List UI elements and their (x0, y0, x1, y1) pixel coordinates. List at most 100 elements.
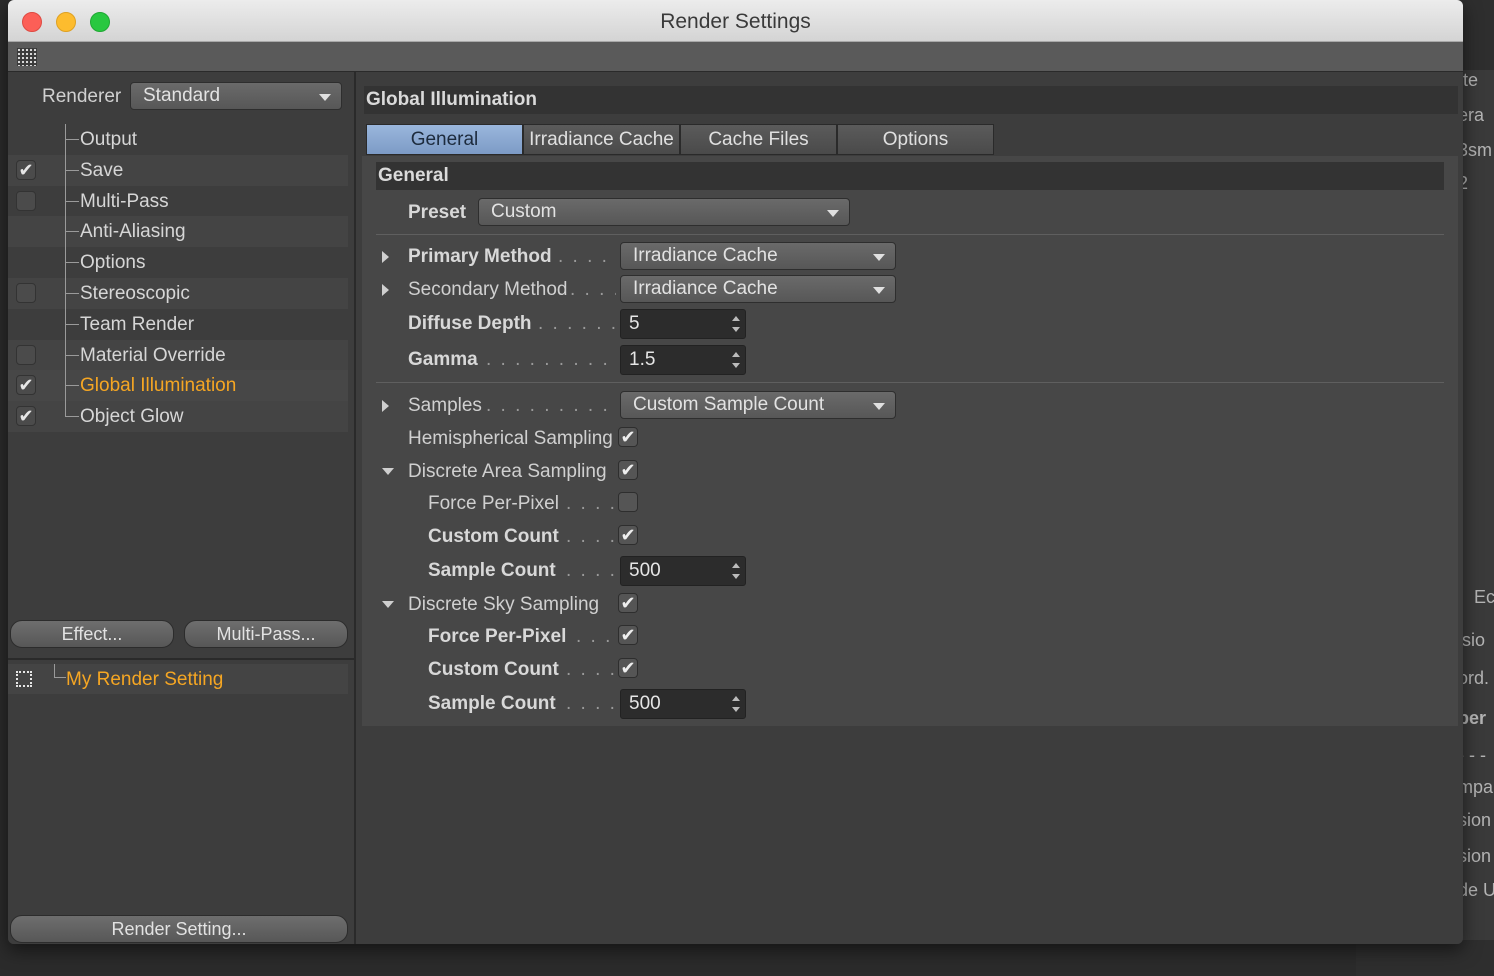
secondary-method-row: Secondary Method . . . . . Irradiance Ca… (376, 275, 1444, 305)
sidebar-item-object-glow[interactable]: ✔ Object Glow (8, 401, 348, 432)
sidebar-item-label: Global Illumination (80, 375, 237, 397)
enable-checkbox[interactable] (16, 282, 36, 303)
area-sample-count-input[interactable]: 500 (620, 556, 746, 586)
sidebar-item-stereoscopic[interactable]: Stereoscopic (8, 277, 348, 309)
render-setting-label: My Render Setting (66, 669, 224, 690)
tab-bar: General Irradiance Cache Cache Files Opt… (366, 124, 994, 155)
sky-sample-count-label: Sample Count (428, 693, 556, 714)
sidebar-item-label: Team Render (80, 313, 195, 335)
render-setting-item[interactable]: My Render Setting (8, 664, 348, 694)
collapse-arrow-icon[interactable] (382, 601, 394, 608)
sidebar-item-label: Object Glow (80, 406, 184, 428)
sidebar-item-anti-aliasing[interactable]: Anti-Aliasing (8, 216, 348, 248)
leader-dots: . . . . . (566, 493, 616, 514)
tab-options[interactable]: Options (837, 124, 994, 155)
settings-content: Global Illumination General Irradiance C… (358, 72, 1463, 944)
effect-button[interactable]: Effect... (10, 620, 174, 648)
tree-branch (54, 664, 66, 678)
sky-sample-count-input[interactable]: 500 (620, 689, 746, 719)
sky-force-checkbox[interactable]: ✔ (618, 625, 638, 645)
sidebar-item-options[interactable]: Options (8, 247, 348, 279)
enable-checkbox[interactable] (16, 344, 36, 365)
secondary-method-label: Secondary Method (408, 279, 568, 300)
renderer-dropdown[interactable]: Standard (130, 82, 342, 110)
collapse-arrow-icon[interactable] (382, 468, 394, 475)
chevron-down-icon (873, 403, 885, 410)
diffuse-depth-value: 5 (629, 313, 640, 334)
sidebar-item-label: Material Override (80, 344, 226, 366)
enable-checkbox[interactable]: ✔ (16, 406, 36, 427)
renderer-row: Renderer Standard (8, 80, 356, 112)
chevron-down-icon (873, 254, 885, 261)
leader-dots: . . . . . . . . . . . . . . (486, 349, 616, 370)
sky-force-label: Force Per-Pixel (428, 626, 567, 647)
primary-method-label: Primary Method (408, 246, 552, 267)
diffuse-depth-label: Diffuse Depth (408, 313, 532, 334)
secondary-method-dropdown[interactable]: Irradiance Cache (620, 275, 896, 303)
enable-checkbox[interactable]: ✔ (16, 375, 36, 396)
stepper-icon[interactable] (732, 563, 740, 579)
primary-method-dropdown[interactable]: Irradiance Cache (620, 242, 896, 270)
discrete-sky-label: Discrete Sky Sampling (408, 594, 600, 615)
render-setting-button[interactable]: Render Setting... (10, 915, 348, 943)
sidebar-item-material-override[interactable]: Material Override (8, 339, 348, 371)
expand-arrow-icon[interactable] (382, 284, 389, 296)
discrete-area-checkbox[interactable]: ✔ (618, 460, 638, 480)
sky-sample-count-row: Sample Count . . . . . 500 (376, 689, 1444, 719)
render-setting-icon (16, 671, 32, 687)
renderer-label: Renderer (42, 86, 122, 107)
samples-row: Samples . . . . . . . . . . . . . . Cust… (376, 391, 1444, 421)
area-custom-checkbox[interactable]: ✔ (618, 525, 638, 545)
tab-general[interactable]: General (366, 124, 523, 155)
sidebar-item-output[interactable]: Output (8, 124, 348, 155)
sidebar-item-save[interactable]: ✔ Save (8, 154, 348, 186)
sidebar-item-global-illumination[interactable]: ✔ Global Illumination (8, 370, 348, 402)
sidebar-item-team-render[interactable]: Team Render (8, 308, 348, 340)
sky-custom-checkbox[interactable]: ✔ (618, 658, 638, 678)
samples-dropdown[interactable]: Custom Sample Count (620, 391, 896, 419)
general-panel: General Preset Custom Primary Method . .… (362, 156, 1458, 726)
preset-dropdown[interactable]: Custom (478, 198, 850, 226)
hemispherical-row: Hemispherical Sampling ✔ (376, 424, 1444, 454)
background-text: 3sm (1458, 140, 1493, 160)
sidebar-item-label: Stereoscopic (80, 282, 190, 304)
area-sample-count-value: 500 (629, 560, 661, 581)
title-bar[interactable]: Render Settings (8, 0, 1463, 42)
gamma-value: 1.5 (629, 349, 656, 370)
preset-label: Preset (408, 202, 467, 223)
grip-icon[interactable] (17, 48, 37, 66)
multipass-button[interactable]: Multi-Pass... (184, 620, 348, 648)
enable-checkbox[interactable]: ✔ (16, 159, 36, 180)
sidebar-item-multi-pass[interactable]: Multi-Pass (8, 185, 348, 217)
hemispherical-checkbox[interactable]: ✔ (618, 427, 638, 447)
tab-irradiance-cache[interactable]: Irradiance Cache (523, 124, 680, 155)
background-text: Ec (1474, 587, 1494, 607)
leader-dots: . . . . . (570, 279, 616, 300)
stepper-icon[interactable] (732, 696, 740, 712)
tree-branch (65, 124, 79, 155)
preset-value: Custom (491, 201, 557, 222)
enable-checkbox[interactable] (16, 190, 36, 211)
stepper-icon[interactable] (732, 316, 740, 332)
tab-cache-files[interactable]: Cache Files (680, 124, 837, 155)
stepper-icon[interactable] (732, 352, 740, 368)
tree-branch (65, 308, 79, 340)
chevron-down-icon (827, 210, 839, 217)
expand-arrow-icon[interactable] (382, 400, 389, 412)
area-sample-count-label: Sample Count (428, 560, 556, 581)
sky-custom-label: Custom Count (428, 659, 559, 680)
tree-branch (65, 401, 79, 418)
settings-sidebar: Renderer Standard Output ✔ Save Multi-Pass A… (8, 72, 356, 944)
leader-dots: . . . . . . . . . . . . . . (486, 395, 616, 416)
area-force-checkbox[interactable] (618, 492, 638, 512)
discrete-area-row: Discrete Area Sampling ✔ (376, 457, 1444, 487)
tree-branch (65, 247, 79, 279)
leader-dots: . . . . . . . . . (538, 313, 616, 334)
gamma-input[interactable]: 1.5 (620, 345, 746, 375)
tree-branch (65, 370, 79, 402)
discrete-sky-checkbox[interactable]: ✔ (618, 593, 638, 613)
diffuse-depth-input[interactable]: 5 (620, 309, 746, 339)
background-app-strip (1356, 940, 1494, 976)
tree-branch (65, 277, 79, 309)
expand-arrow-icon[interactable] (382, 251, 389, 263)
